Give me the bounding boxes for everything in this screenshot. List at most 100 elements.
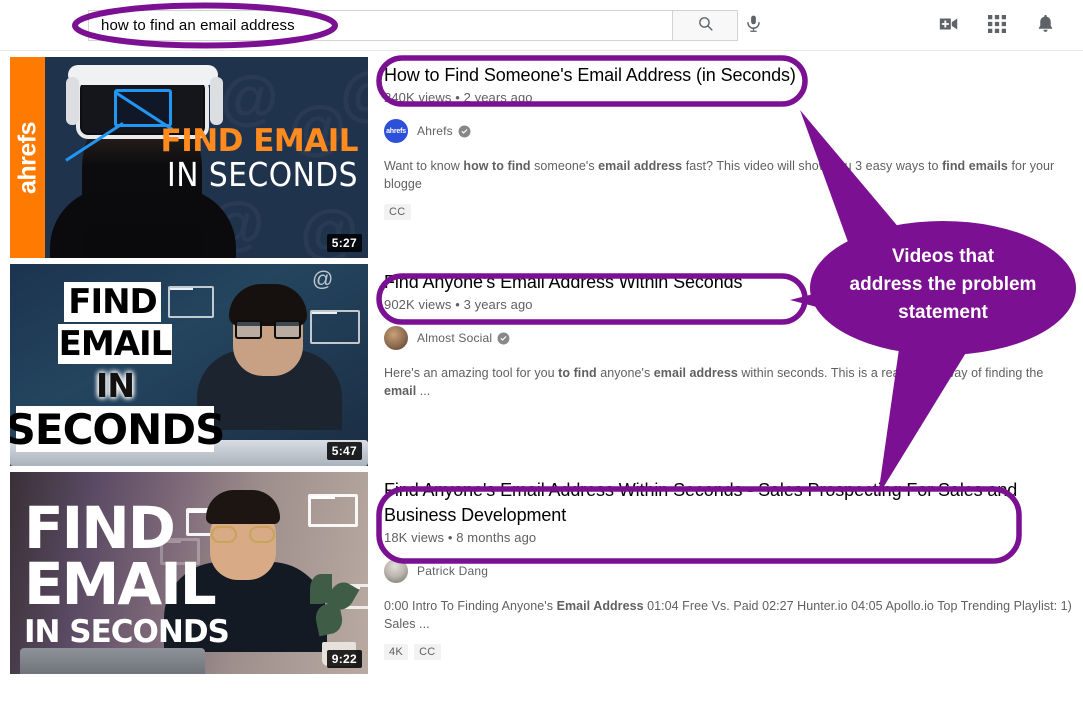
video-views: 240K views [384,90,452,105]
description-text: Here's an amazing tool for you [384,366,559,380]
description-text: fast? This video will show you 3 easy wa… [682,159,943,173]
thumbnail-headset-arm [210,77,223,125]
thumbnail-headline-line1: FIND [64,282,161,322]
thumbnail-headline-line3: IN [96,365,135,405]
decorative-at-glyph: @ [340,59,368,128]
create-video-icon [938,13,960,40]
search-results-list: @ @ @ @ @ ahrefs FIND EMAIL IN SECOND [0,51,1083,674]
channel-row[interactable]: Almost Social [384,326,1083,350]
description-keyword: Email Address [556,599,644,613]
description-text: someone's [530,159,599,173]
channel-name[interactable]: Patrick Dang [417,564,488,578]
description-text: anyone's [596,366,654,380]
verified-badge-icon [497,332,510,345]
video-stats: 902K views • 3 years ago [384,297,1083,312]
video-result-item[interactable]: @ @ FIND EMAIL IN SECONDS 5:47 Fin [0,258,1083,466]
video-result-item[interactable]: FIND EMAIL IN SECONDS 9:22 Find Anyone's… [0,466,1083,674]
verified-badge-icon [458,125,471,138]
video-views: 18K views [384,530,445,545]
video-age: 3 years ago [463,297,533,312]
video-description: Here's an amazing tool for you to find a… [384,364,1074,400]
youtube-search-results-page: how to find an email address ahrefs FIND… [0,0,1083,704]
video-result-item[interactable]: @ @ @ @ @ ahrefs FIND EMAIL IN SECOND [0,51,1083,258]
channel-name[interactable]: Almost Social [417,331,492,345]
channel-row[interactable]: Patrick Dang [384,559,1083,583]
video-title[interactable]: Find Anyone's Email Address Within Secon… [384,270,1029,295]
video-badge: 4K [384,644,409,660]
search-submit-button[interactable] [672,10,738,41]
video-stats: 240K views • 2 years ago [384,90,1083,105]
video-description: Want to know how to find someone's email… [384,157,1074,193]
create-video-button[interactable] [934,11,964,41]
thumbnail-headline-line3: IN SECONDS [24,614,230,650]
thumbnail-headline-line1: FIND EMAIL [160,123,359,159]
video-age: 2 years ago [463,90,533,105]
description-keyword: how to find [463,159,531,173]
video-age: 8 months ago [456,530,537,545]
video-thumbnail[interactable]: @ @ FIND EMAIL IN SECONDS 5:47 [10,264,368,466]
video-metadata: Find Anyone's Email Address Within Secon… [368,472,1083,674]
description-text: Want to know [384,159,464,173]
thumbnail-envelope-glyph [113,89,172,127]
description-keyword: email address [598,159,683,173]
channel-avatar-text [384,326,408,350]
notifications-bell-icon [1035,13,1056,39]
video-views: 902K views [384,297,452,312]
video-badges: CC [384,204,1083,220]
channel-row[interactable]: ahrefs Ahrefs [384,119,1083,143]
youtube-header: how to find an email address [0,0,1083,51]
thumbnail-headline-line1: FIND [24,494,176,562]
decorative-at-glyph: @ [220,63,279,132]
video-title[interactable]: How to Find Someone's Email Address (in … [384,63,1029,88]
stats-separator: • [455,90,460,105]
channel-avatar[interactable] [384,559,408,583]
thumbnail-headline: FIND EMAIL IN SECONDS [160,123,359,194]
search-input[interactable]: how to find an email address [88,10,672,41]
description-keyword: email [384,384,417,398]
video-thumbnail[interactable]: @ @ @ @ @ ahrefs FIND EMAIL IN SECOND [10,57,368,258]
video-thumbnail[interactable]: FIND EMAIL IN SECONDS 9:22 [10,472,368,674]
description-text: ... [416,384,431,398]
channel-avatar-text: ahrefs [386,127,406,135]
thumbnail-headline: FIND EMAIL IN SECONDS [24,494,230,652]
video-duration: 5:27 [326,234,362,252]
stats-separator: • [447,530,453,545]
channel-avatar-text [384,559,408,583]
video-metadata: How to Find Someone's Email Address (in … [368,57,1083,258]
thumbnail-headset-arm [66,77,79,125]
stats-separator: • [455,297,460,312]
channel-avatar[interactable] [384,326,408,350]
microphone-icon [744,14,763,38]
video-badge: CC [414,644,441,660]
description-keyword: email address [653,366,738,380]
channel-name[interactable]: Ahrefs [417,124,453,138]
video-badges: 4K CC [384,644,1083,660]
thumbnail-brand-label: ahrefs [13,121,41,194]
description-keyword: find emails [942,159,1008,173]
video-description: 0:00 Intro To Finding Anyone's Email Add… [384,597,1074,633]
video-duration: 5:47 [326,442,362,460]
thumbnail-brand-sidebar: ahrefs [10,57,45,258]
thumbnail-headset-strap [68,65,218,85]
search-input-value: how to find an email address [101,17,295,34]
voice-search-button[interactable] [738,11,768,41]
video-badge: CC [384,204,411,220]
youtube-apps-button[interactable] [982,11,1012,41]
search-icon [697,15,714,37]
description-text: within seconds. This is a really easy wa… [737,366,1044,380]
description-text: 0:00 Intro To Finding Anyone's [384,599,557,613]
thumbnail-headline-line4: SECONDS [10,404,225,454]
channel-avatar[interactable]: ahrefs [384,119,408,143]
description-keyword: to find [558,366,597,380]
apps-grid-icon [987,14,1007,39]
video-metadata: Find Anyone's Email Address Within Secon… [368,264,1083,466]
video-duration: 9:22 [326,650,362,668]
video-title[interactable]: Find Anyone's Email Address Within Secon… [384,478,1029,528]
video-stats: 18K views • 8 months ago [384,530,1083,545]
thumbnail-headline-line2: IN SECONDS [166,155,358,194]
thumbnail-headline-line2: EMAIL [24,550,217,618]
thumbnail-headline-line2: EMAIL [58,324,172,364]
thumbnail-person-glasses [235,320,301,339]
search-bar: how to find an email address [88,10,738,41]
notifications-button[interactable] [1030,11,1060,41]
